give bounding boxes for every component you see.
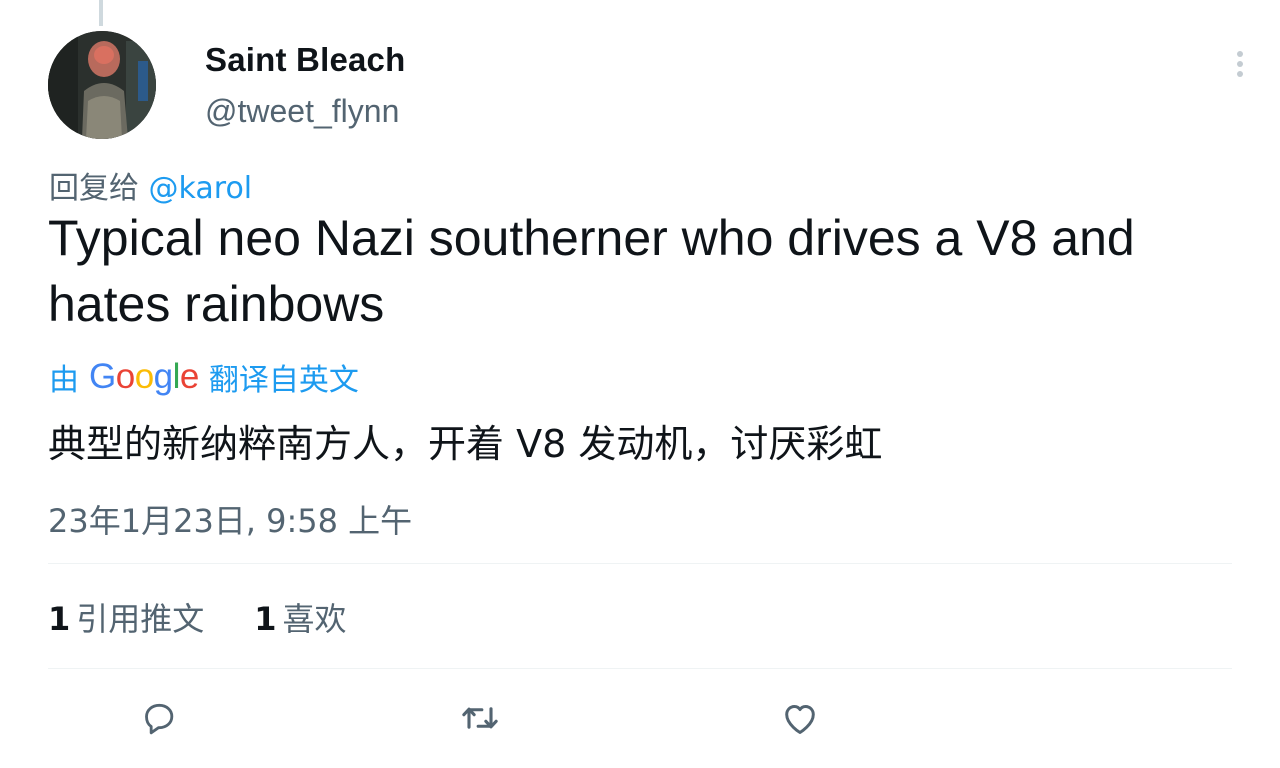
tweet-text: Typical neo Nazi southerner who drives a… bbox=[48, 210, 1135, 332]
reply-button[interactable] bbox=[135, 694, 183, 742]
retweet-icon bbox=[462, 707, 498, 729]
thread-connector-line bbox=[99, 0, 103, 26]
more-options-button[interactable] bbox=[1226, 46, 1254, 82]
like-button[interactable] bbox=[776, 694, 824, 742]
reply-icon bbox=[145, 703, 174, 735]
likes-stat[interactable]: 1 喜欢 bbox=[254, 594, 346, 640]
like-icon bbox=[785, 704, 815, 735]
avatar[interactable] bbox=[48, 31, 156, 139]
replying-to: 回复给 @karol bbox=[49, 163, 252, 207]
divider bbox=[48, 563, 1232, 564]
quote-count: 1 bbox=[48, 600, 71, 638]
retweet-button[interactable] bbox=[456, 694, 504, 742]
author-handle[interactable]: @tweet_flynn bbox=[205, 93, 399, 130]
tweet-detail: Saint Bleach @tweet_flynn 回复给 @karol Typ… bbox=[0, 0, 1280, 768]
translation-attribution[interactable]: 由 Google 翻译自英文 bbox=[49, 355, 359, 399]
translated-text: 典型的新纳粹南方人，开着 V8 发动机，讨厌彩虹 bbox=[48, 422, 883, 466]
quote-label: 引用推文 bbox=[76, 600, 205, 638]
divider bbox=[48, 668, 1232, 669]
author-name[interactable]: Saint Bleach bbox=[205, 41, 405, 79]
reply-mention-link[interactable]: @karol bbox=[149, 171, 253, 206]
likes-count: 1 bbox=[254, 600, 277, 638]
tweet-timestamp[interactable]: 23年1月23日, 9:58 上午 bbox=[48, 496, 412, 542]
translation-by-label: 由 bbox=[49, 363, 79, 398]
google-logo: Google bbox=[89, 357, 199, 396]
replying-to-label: 回复给 bbox=[49, 171, 139, 206]
translation-source-label: 翻译自英文 bbox=[208, 363, 359, 398]
likes-label: 喜欢 bbox=[282, 600, 347, 638]
more-icon bbox=[1237, 51, 1243, 77]
tweet-stats: 1 引用推文 1 喜欢 bbox=[48, 594, 347, 640]
quote-tweets-stat[interactable]: 1 引用推文 bbox=[48, 594, 204, 640]
